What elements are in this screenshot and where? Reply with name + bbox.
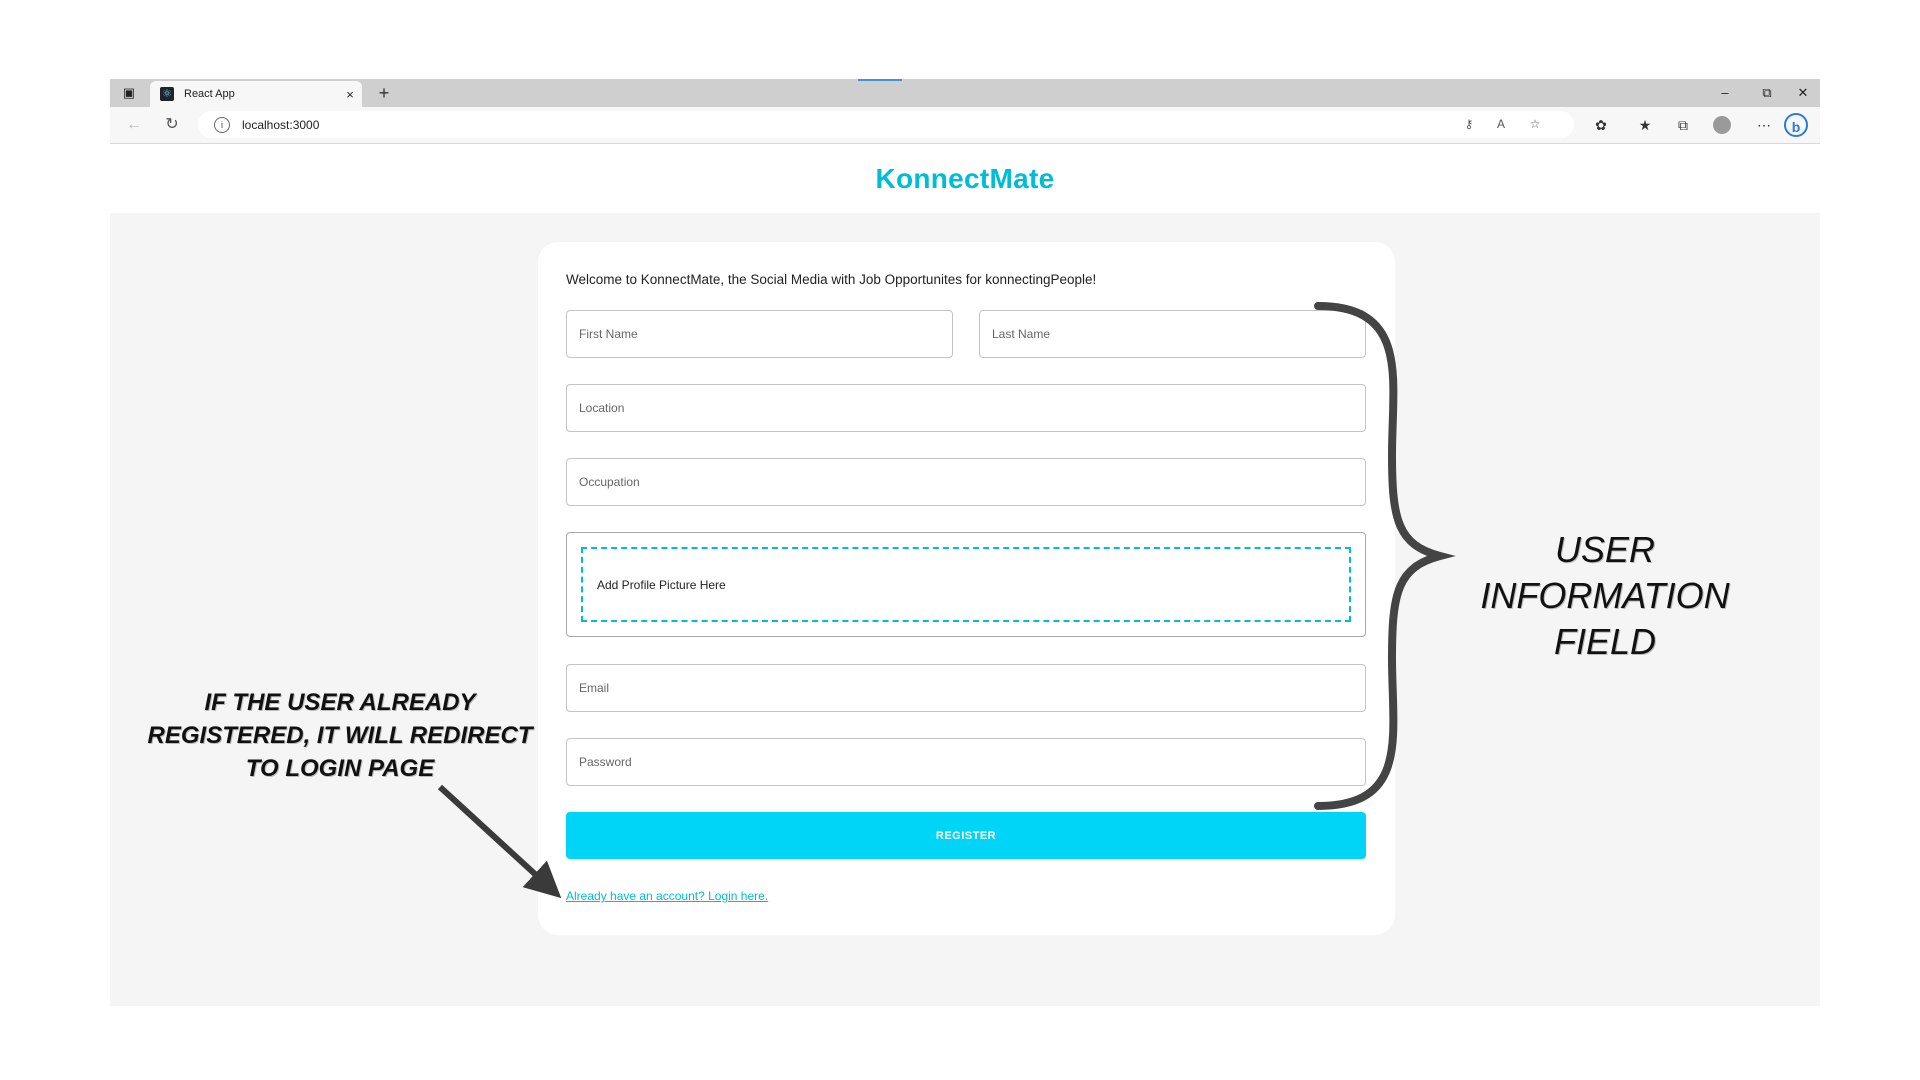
annotation-line: IF THE USER ALREADY (204, 689, 476, 716)
bing-icon[interactable]: b (1784, 113, 1808, 137)
browser-tab[interactable]: ⚛ React App × (150, 81, 362, 107)
profile-avatar-icon[interactable] (1713, 116, 1731, 134)
dropzone-label: Add Profile Picture Here (597, 577, 726, 592)
brand-logo[interactable]: KonnectMate (875, 163, 1054, 195)
tab-title: React App (184, 88, 235, 100)
read-aloud-icon[interactable]: A (1488, 111, 1514, 138)
password-field[interactable] (566, 738, 1366, 786)
tab-strip: ▣ ⚛ React App × + – ⧉ ✕ (110, 79, 1820, 107)
app-header: KonnectMate (110, 144, 1820, 213)
annotation-line: USER (1554, 529, 1656, 570)
restore-button[interactable]: ⧉ (1750, 79, 1784, 107)
minimize-button[interactable]: – (1708, 79, 1742, 107)
collections-icon[interactable]: ⧉ (1670, 113, 1696, 137)
email-field[interactable] (566, 664, 1366, 712)
loading-indicator (858, 79, 902, 81)
welcome-text: Welcome to KonnectMate, the Social Media… (566, 272, 1097, 287)
occupation-input[interactable] (566, 458, 1366, 506)
more-menu-icon[interactable]: ⋯ (1751, 113, 1777, 137)
login-link[interactable]: Already have an account? Login here. (566, 889, 768, 903)
favorites-icon[interactable]: ★ (1632, 113, 1658, 137)
annotation-line: INFORMATION FIELD (1480, 575, 1730, 662)
user-info-annotation: USER INFORMATION FIELD (1425, 527, 1785, 665)
first-name-input[interactable] (566, 310, 953, 358)
browser-toolbar: ← ↻ i localhost:3000 ⚷ A ☆ ✿ ★ ⧉ ⋯ b (110, 107, 1820, 144)
last-name-input[interactable] (979, 310, 1366, 358)
tab-close-icon[interactable]: × (342, 87, 358, 102)
add-favorite-icon[interactable]: ☆ (1522, 111, 1548, 138)
key-icon[interactable]: ⚷ (1456, 111, 1482, 138)
react-favicon-icon: ⚛ (160, 87, 174, 101)
tab-actions-icon[interactable]: ▣ (116, 83, 142, 103)
new-tab-button[interactable]: + (372, 81, 396, 105)
register-form-card: Welcome to KonnectMate, the Social Media… (538, 242, 1395, 935)
address-url: localhost:3000 (242, 117, 320, 132)
address-bar[interactable]: i localhost:3000 ⚷ A ☆ (198, 111, 1574, 138)
extensions-icon[interactable]: ✿ (1588, 113, 1614, 137)
annotation-line: REGISTERED, IT WILL REDIRECT (147, 722, 533, 749)
register-button[interactable]: REGISTER (566, 812, 1366, 859)
login-redirect-annotation: IF THE USER ALREADY REGISTERED, IT WILL … (140, 686, 540, 785)
location-input[interactable] (566, 384, 1366, 432)
annotation-line: TO LOGIN PAGE (245, 755, 435, 782)
refresh-icon[interactable]: ↻ (160, 113, 184, 137)
profile-picture-dropzone[interactable]: Add Profile Picture Here (581, 547, 1351, 622)
profile-picture-field: Add Profile Picture Here (566, 532, 1366, 637)
info-icon[interactable]: i (214, 116, 230, 133)
close-window-button[interactable]: ✕ (1786, 79, 1820, 107)
back-icon[interactable]: ← (122, 113, 146, 137)
